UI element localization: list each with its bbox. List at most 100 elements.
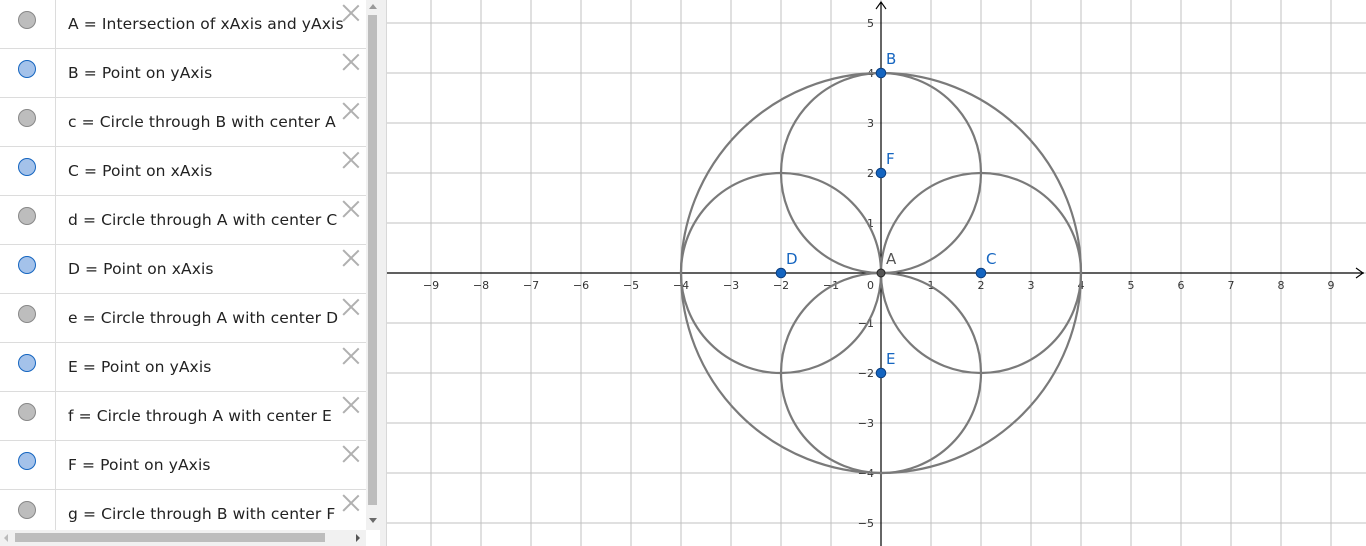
x-tick-label: −8: [473, 279, 489, 292]
view-divider[interactable]: [380, 0, 387, 546]
algebra-item-description[interactable]: d = Circle through A with center C: [68, 211, 337, 229]
visibility-toggle-icon[interactable]: [18, 256, 36, 274]
visibility-toggle-cell: [0, 392, 56, 440]
delete-icon[interactable]: [342, 347, 360, 365]
x-tick-label: −7: [523, 279, 539, 292]
visibility-toggle-icon[interactable]: [18, 11, 36, 29]
visibility-toggle-cell: [0, 196, 56, 244]
y-tick-label: 2: [867, 167, 874, 180]
delete-icon[interactable]: [342, 200, 360, 218]
visibility-toggle-icon[interactable]: [18, 452, 36, 470]
point-label-A: A: [886, 250, 897, 268]
visibility-toggle-cell: [0, 49, 56, 97]
algebra-item[interactable]: C = Point on xAxis: [0, 147, 366, 196]
visibility-toggle-cell: [0, 98, 56, 146]
algebra-item[interactable]: E = Point on yAxis: [0, 343, 366, 392]
point-F[interactable]: [875, 167, 887, 179]
algebra-item[interactable]: A = Intersection of xAxis and yAxis: [0, 0, 366, 49]
point-label-F: F: [886, 150, 895, 168]
visibility-toggle-icon[interactable]: [18, 305, 36, 323]
x-tick-label: −5: [623, 279, 639, 292]
visibility-toggle-icon[interactable]: [18, 60, 36, 78]
algebra-item[interactable]: c = Circle through B with center A: [0, 98, 366, 147]
point-label-B: B: [886, 50, 896, 68]
visibility-toggle-icon[interactable]: [18, 403, 36, 421]
visibility-toggle-cell: [0, 147, 56, 195]
point-E[interactable]: [875, 367, 887, 379]
algebra-item[interactable]: B = Point on yAxis: [0, 49, 366, 98]
point-B[interactable]: [875, 67, 887, 79]
graphics-canvas[interactable]: −9 −8 −7 −6 −5 −4 −3 −2 −1 1 2 3 4 5 6 7 8 954321−1−2−3−4…: [387, 0, 1366, 546]
algebra-item[interactable]: f = Circle through A with center E: [0, 392, 366, 441]
visibility-toggle-cell: [0, 441, 56, 489]
algebra-view: A = Intersection of xAxis and yAxis B = P…: [0, 0, 380, 546]
delete-icon[interactable]: [342, 396, 360, 414]
origin-label: 0: [867, 279, 874, 292]
point-D[interactable]: [775, 267, 787, 279]
visibility-toggle-cell: [0, 343, 56, 391]
y-tick-label: 5: [867, 17, 874, 30]
algebra-item[interactable]: F = Point on yAxis: [0, 441, 366, 490]
algebra-item[interactable]: d = Circle through A with center C: [0, 196, 366, 245]
x-tick-label: 9: [1328, 279, 1335, 292]
visibility-toggle-icon[interactable]: [18, 158, 36, 176]
x-tick-label: 3: [1028, 279, 1035, 292]
graphics-view[interactable]: −9 −8 −7 −6 −5 −4 −3 −2 −1 1 2 3 4 5 6 7 8 9 5 4 3 2 1 −1 −2 −3 −4…: [387, 0, 1366, 546]
y-tick-label: −5: [858, 517, 874, 530]
point-label-C: C: [986, 250, 996, 268]
delete-icon[interactable]: [342, 53, 360, 71]
y-tick-label: −1: [858, 317, 874, 330]
algebra-item-description[interactable]: c = Circle through B with center A: [68, 113, 336, 131]
delete-icon[interactable]: [342, 4, 360, 22]
visibility-toggle-icon[interactable]: [18, 354, 36, 372]
algebra-item-description[interactable]: f = Circle through A with center E: [68, 407, 332, 425]
algebra-item[interactable]: e = Circle through A with center D: [0, 294, 366, 343]
visibility-toggle-icon[interactable]: [18, 501, 36, 519]
point-A[interactable]: [876, 268, 886, 278]
y-tick-label: −3: [858, 417, 874, 430]
x-tick-label: 7: [1228, 279, 1235, 292]
delete-icon[interactable]: [342, 102, 360, 120]
scroll-right-arrow-icon[interactable]: [356, 534, 360, 542]
horizontal-scrollbar[interactable]: [0, 530, 366, 546]
delete-icon[interactable]: [342, 445, 360, 463]
visibility-toggle-cell: [0, 294, 56, 342]
y-tick-label: −2: [858, 367, 874, 380]
y-tick-label: 3: [867, 117, 874, 130]
point-label-D: D: [786, 250, 798, 268]
scroll-up-arrow-icon[interactable]: [369, 4, 377, 9]
algebra-item-description[interactable]: e = Circle through A with center D: [68, 309, 338, 327]
algebra-item-description[interactable]: E = Point on yAxis: [68, 358, 211, 376]
point-C[interactable]: [975, 267, 987, 279]
x-tick-label: 2: [978, 279, 985, 292]
x-tick-label: 6: [1178, 279, 1185, 292]
algebra-item-description[interactable]: g = Circle through B with center F: [68, 505, 335, 523]
algebra-item-description[interactable]: D = Point on xAxis: [68, 260, 214, 278]
x-tick-label: −6: [573, 279, 589, 292]
scroll-down-arrow-icon[interactable]: [369, 518, 377, 523]
x-tick-label: 5: [1128, 279, 1135, 292]
algebra-item-description[interactable]: B = Point on yAxis: [68, 64, 212, 82]
x-tick-label: −9: [423, 279, 439, 292]
x-tick-label: −3: [723, 279, 739, 292]
visibility-toggle-cell: [0, 0, 56, 48]
x-tick-label: −2: [773, 279, 789, 292]
vertical-scrollbar[interactable]: [366, 0, 380, 530]
visibility-toggle-icon[interactable]: [18, 109, 36, 127]
algebra-item-description[interactable]: C = Point on xAxis: [68, 162, 212, 180]
delete-icon[interactable]: [342, 151, 360, 169]
vertical-scroll-thumb[interactable]: [368, 15, 377, 505]
delete-icon[interactable]: [342, 494, 360, 512]
algebra-list: A = Intersection of xAxis and yAxis B = P…: [0, 0, 366, 539]
x-tick-label: 8: [1278, 279, 1285, 292]
scroll-left-arrow-icon[interactable]: [4, 534, 8, 542]
horizontal-scroll-thumb[interactable]: [15, 533, 325, 542]
visibility-toggle-icon[interactable]: [18, 207, 36, 225]
algebra-item[interactable]: D = Point on xAxis: [0, 245, 366, 294]
delete-icon[interactable]: [342, 298, 360, 316]
visibility-toggle-cell: [0, 245, 56, 293]
algebra-item-description[interactable]: A = Intersection of xAxis and yAxis: [68, 15, 344, 33]
delete-icon[interactable]: [342, 249, 360, 267]
algebra-item-description[interactable]: F = Point on yAxis: [68, 456, 211, 474]
point-label-E: E: [886, 350, 895, 368]
